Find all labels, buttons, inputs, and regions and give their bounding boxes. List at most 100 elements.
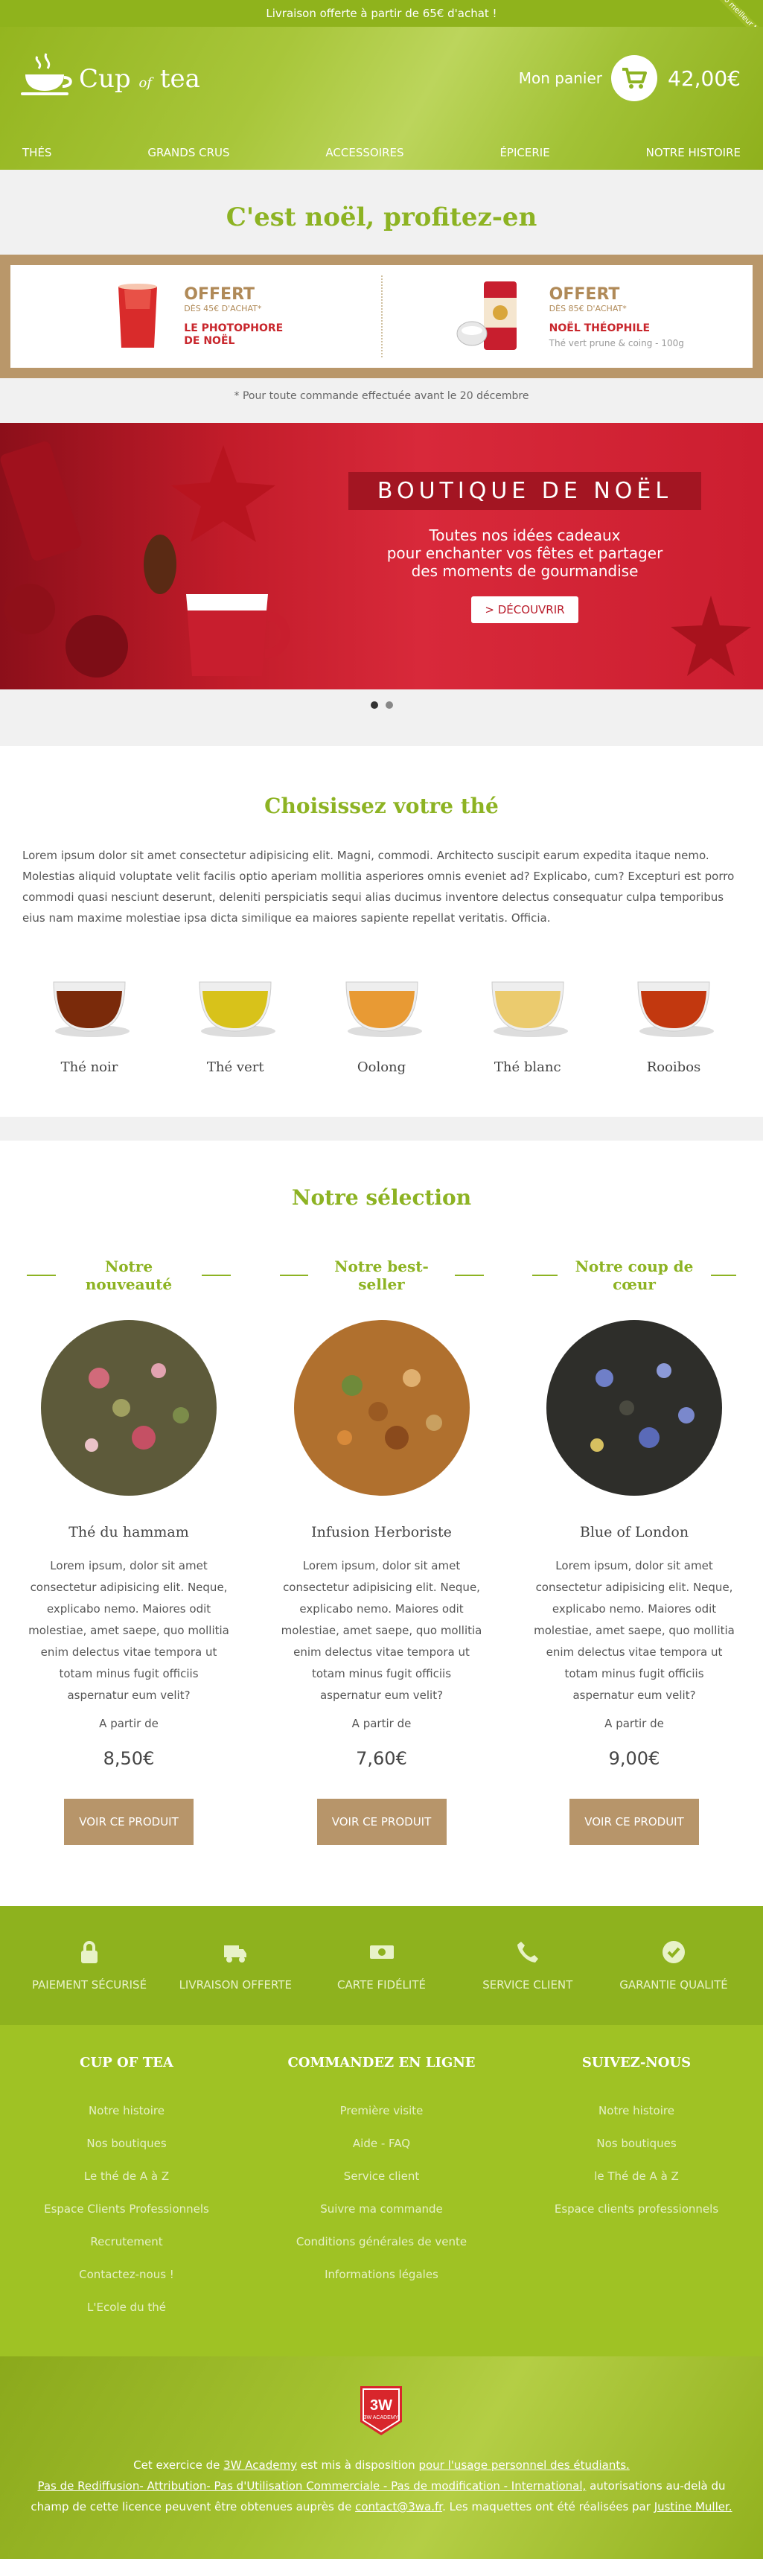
cart[interactable]: Mon panier 42,00€ (519, 55, 741, 101)
view-product-button[interactable]: VOIR CE PRODUIT (316, 1799, 447, 1845)
feature-customer-service: SERVICE CLIENT (461, 1939, 595, 1992)
offer-product: LE PHOTOPHORE DE NOËL (184, 322, 284, 347)
footer-column-cup-of-tea: CUP OF TEA Notre histoire Nos boutiques … (0, 2055, 253, 2324)
link-personal-use[interactable]: pour l'usage personnel des étudiants. (418, 2458, 629, 2472)
license-text: Cet exercice de 3W Academy est mis à dis… (31, 2458, 732, 2513)
footer-column-title: SUIVEZ-NOUS (581, 2055, 692, 2070)
footer-link[interactable]: Nos boutiques (0, 2127, 253, 2160)
tea-type-rooibos[interactable]: Rooibos (622, 960, 726, 1075)
tea-type-label: Rooibos (646, 1059, 701, 1075)
footer-link[interactable]: Conditions générales de vente (255, 2225, 508, 2258)
promo-title: C'est noël, profitez-en (226, 203, 537, 232)
view-product-button[interactable]: VOIR CE PRODUIT (64, 1799, 194, 1845)
lock-icon (81, 1941, 98, 1963)
link-author[interactable]: Justine Muller. (654, 2500, 732, 2513)
footer-link[interactable]: Nos boutiques (510, 2127, 763, 2160)
truck-icon (224, 1945, 247, 1963)
product-description: Lorem ipsum, dolor sit amet consectetur … (281, 1559, 482, 1702)
footer-link[interactable]: Contactez-nous ! (0, 2258, 253, 2291)
discover-button[interactable]: > DÉCOUVRIR (471, 596, 578, 623)
promo-frame: OFFERT DÈS 45€ D'ACHAT* LE PHOTOPHORE DE… (0, 255, 763, 378)
offer-text: OFFERT DÈS 45€ D'ACHAT* LE PHOTOPHORE DE… (184, 285, 283, 348)
footer-link[interactable]: L'Ecole du thé (0, 2291, 253, 2324)
tea-type-label: Thé blanc (494, 1059, 561, 1075)
footer-link[interactable]: le Thé de A à Z (510, 2160, 763, 2193)
footer-link[interactable]: Aide - FAQ (255, 2127, 508, 2160)
product-list: Notre nouveauté Thé du hammam Lorem ipsu… (0, 1257, 763, 1845)
cart-total: 42,00€ (668, 66, 741, 91)
footer-link[interactable]: Service client (255, 2160, 508, 2193)
tea-type-label: Oolong (357, 1059, 406, 1075)
feature-secure-payment: PAIEMENT SÉCURISÉ (22, 1939, 156, 1992)
product-name[interactable]: Blue of London (526, 1524, 742, 1540)
banknote-icon (369, 1945, 394, 1959)
tea-tin-image (456, 281, 517, 350)
tea-leaves-image[interactable] (32, 1311, 226, 1505)
nav-item-epicerie[interactable]: ÉPICERIE (499, 146, 549, 159)
feature-label: PAIEMENT SÉCURISÉ (31, 1978, 147, 1992)
footer-link[interactable]: Informations légales (255, 2258, 508, 2291)
site-header: Cup of tea Mon panier 42,00€ THÉS GRANDS… (0, 27, 763, 170)
offer-theophile[interactable]: OFFERT DÈS 85€ D'ACHAT* NOËL THÉOPHILE T… (380, 275, 753, 357)
nav-item-notre-histoire[interactable]: NOTRE HISTOIRE (646, 146, 741, 159)
offer-condition: DÈS 85€ D'ACHAT* (549, 303, 627, 313)
christmas-decoration-image (0, 441, 290, 678)
tea-cup-image (53, 981, 130, 1037)
feature-loyalty-card: CARTE FIDÉLITÉ (315, 1939, 449, 1992)
feature-label: SERVICE CLIENT (482, 1978, 573, 1992)
offer-label: OFFERT (549, 284, 620, 304)
selection-title: Notre sélection (291, 1185, 472, 1210)
offer-text: OFFERT DÈS 85€ D'ACHAT* NOËL THÉOPHILE T… (549, 285, 684, 348)
footer-link[interactable]: Première visite (255, 2094, 508, 2127)
footer-link[interactable]: Le thé de A à Z (0, 2160, 253, 2193)
logo[interactable]: Cup of tea (21, 52, 200, 97)
svg-text:3W ACADEMY: 3W ACADEMY (364, 2415, 399, 2420)
carousel-dot-2[interactable] (385, 701, 393, 709)
nav-item-thes[interactable]: THÉS (22, 146, 51, 159)
3w-academy-logo[interactable]: 3W 3W ACADEMY (360, 2386, 402, 2435)
cart-button[interactable] (611, 55, 658, 101)
free-shipping-text: Livraison offerte à partir de 65€ d'acha… (266, 7, 497, 20)
candle-holder-image (118, 284, 158, 348)
carousel-dot-1[interactable] (370, 701, 378, 709)
product-price: 8,50€ (103, 1748, 155, 1769)
price-prefix: A partir de (99, 1717, 159, 1730)
product-price: 7,60€ (356, 1748, 407, 1769)
product-name[interactable]: Infusion Herboriste (274, 1524, 490, 1540)
footer-link[interactable]: Recrutement (0, 2225, 253, 2258)
footer-link[interactable]: Notre histoire (0, 2094, 253, 2127)
product-price: 9,00€ (608, 1748, 660, 1769)
footer-link[interactable]: Notre histoire (510, 2094, 763, 2127)
tea-cup-image (199, 981, 276, 1037)
product-tag: Notre coup de cœur (526, 1257, 742, 1293)
product-name[interactable]: Thé du hammam (21, 1524, 237, 1540)
product-tag: Notre nouveauté (21, 1257, 237, 1293)
product-description: Lorem ipsum, dolor sit amet consectetur … (28, 1559, 229, 1702)
footer-link[interactable]: Suivre ma commande (255, 2193, 508, 2225)
link-license[interactable]: Pas de Rediffusion- Attribution- Pas d'U… (37, 2479, 586, 2493)
nav-item-accessoires[interactable]: ACCESSOIRES (325, 146, 403, 159)
choose-tea-section: Choisissez votre thé Lorem ipsum dolor s… (0, 746, 763, 1117)
svg-text:3W: 3W (370, 2397, 392, 2414)
link-contact-email[interactable]: contact@3wa.fr (355, 2500, 442, 2513)
selection-section: Notre sélection Notre nouveauté Thé du h… (0, 1141, 763, 1882)
tea-type-blanc[interactable]: Thé blanc (476, 960, 580, 1075)
footer-link[interactable]: Espace Clients Professionnels (0, 2193, 253, 2225)
footer-link[interactable]: Espace clients professionnels (510, 2193, 763, 2225)
tea-leaves-image[interactable] (537, 1311, 731, 1505)
link-3w-academy[interactable]: 3W Academy (223, 2458, 297, 2472)
nav-item-grands-crus[interactable]: GRANDS CRUS (147, 146, 229, 159)
feature-quality-guarantee: GARANTIE QUALITÉ (607, 1939, 741, 1992)
offer-photophore[interactable]: OFFERT DÈS 45€ D'ACHAT* LE PHOTOPHORE DE… (10, 279, 381, 354)
christmas-shop-banner[interactable]: BOUTIQUE DE NOËL Toutes nos idées cadeau… (0, 423, 763, 689)
corner-ribbon: Bio meilleur thé (706, 0, 763, 27)
tea-leaves-image[interactable] (285, 1311, 479, 1505)
promo-offers[interactable]: OFFERT DÈS 45€ D'ACHAT* LE PHOTOPHORE DE… (10, 265, 753, 368)
view-product-button[interactable]: VOIR CE PRODUIT (569, 1799, 699, 1845)
cart-label[interactable]: Mon panier (519, 69, 602, 87)
tea-type-noir[interactable]: Thé noir (37, 960, 141, 1075)
main-nav: THÉS GRANDS CRUS ACCESSOIRES ÉPICERIE NO… (0, 146, 763, 159)
footer-links: CUP OF TEA Notre histoire Nos boutiques … (0, 2025, 763, 2356)
tea-type-vert[interactable]: Thé vert (183, 960, 287, 1075)
tea-type-oolong[interactable]: Oolong (330, 960, 434, 1075)
